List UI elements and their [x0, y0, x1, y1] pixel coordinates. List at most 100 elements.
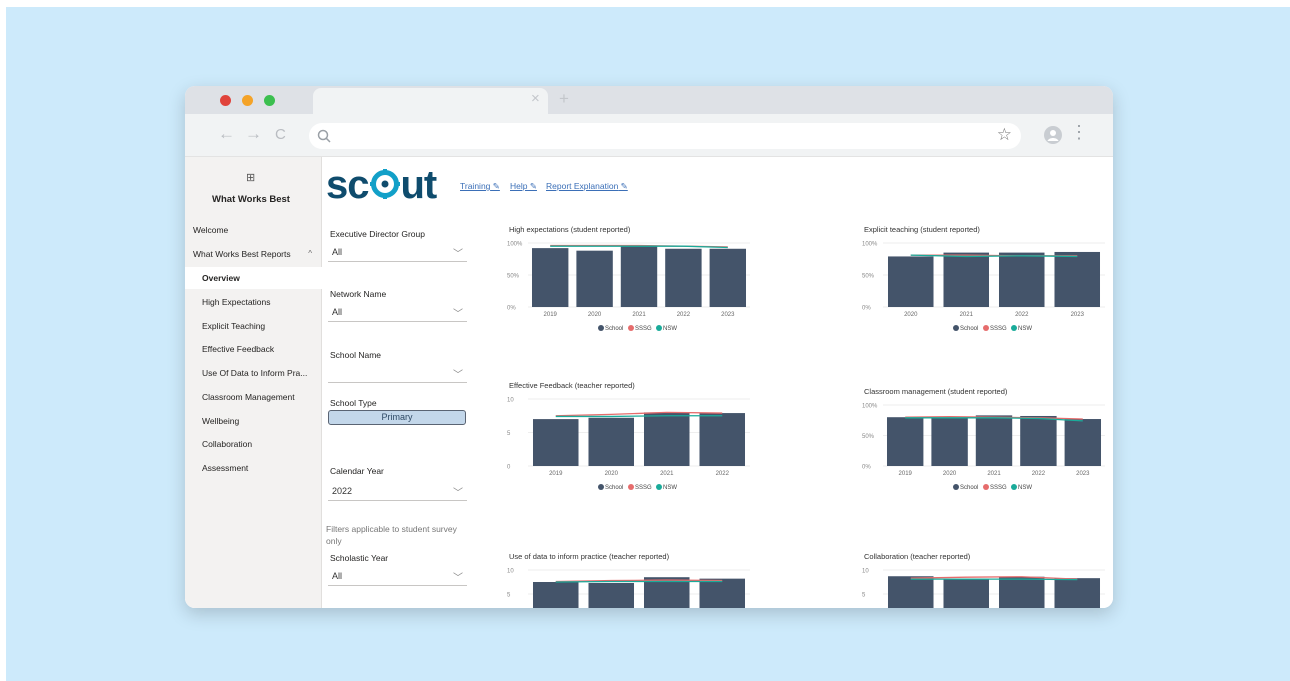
- scholastic-year-select[interactable]: All ﹀: [328, 568, 467, 586]
- tab-close-icon[interactable]: ×: [531, 90, 540, 107]
- school-name-select[interactable]: ﹀: [328, 365, 467, 383]
- bar-school: [620, 245, 658, 307]
- sidebar-item-explicit-teaching[interactable]: Explicit Teaching: [185, 315, 322, 337]
- y-tick-label: 5: [507, 431, 511, 437]
- legend-label: NSW: [663, 326, 677, 332]
- y-tick-label: 0: [507, 465, 511, 471]
- calendar-year-select[interactable]: 2022 ﹀: [328, 483, 467, 501]
- sidebar-item-high-expectations[interactable]: High Expectations: [185, 291, 322, 313]
- bar-school: [975, 415, 1013, 466]
- close-window-dot[interactable]: [220, 95, 231, 106]
- sidebar-item-effective-feedback[interactable]: Effective Feedback: [185, 338, 322, 360]
- chevron-down-icon: ﹀: [453, 249, 463, 260]
- sidebar-item-label: Assessment: [202, 463, 249, 473]
- browser-tab[interactable]: [313, 88, 548, 114]
- legend-label: SSSG: [990, 326, 1007, 332]
- legend-swatch: [953, 325, 959, 331]
- bar-school: [1054, 251, 1101, 307]
- bar-school: [887, 576, 934, 608]
- x-tick-label: 2022: [1015, 312, 1029, 318]
- address-bar[interactable]: ☆: [309, 123, 1021, 149]
- maximize-window-dot[interactable]: [264, 95, 275, 106]
- bar-school: [699, 413, 746, 466]
- report-explanation-link[interactable]: Report Explanation ✎: [546, 181, 628, 192]
- y-tick-label: 100%: [507, 242, 523, 248]
- x-tick-label: 2021: [632, 312, 646, 318]
- x-tick-label: 2022: [1032, 471, 1046, 477]
- y-tick-label: 0%: [507, 306, 516, 312]
- profile-icon[interactable]: [1044, 126, 1062, 144]
- legend-label: School: [605, 485, 623, 491]
- bar-school: [709, 248, 747, 307]
- bar-school: [1064, 419, 1102, 466]
- legend-swatch: [598, 325, 604, 331]
- explicit-teaching-chart: 0% 50% 100% 2020 2021 2022 2023 School SSSG NSW: [862, 242, 1105, 332]
- minimize-window-dot[interactable]: [242, 95, 253, 106]
- bar-school: [532, 582, 579, 608]
- legend-swatch: [983, 325, 989, 331]
- collaboration-chart: 5 10: [862, 569, 1105, 608]
- report-main: sc ut Training ✎ Help ✎ Report Explanati…: [322, 157, 1113, 608]
- new-tab-icon[interactable]: +: [559, 89, 569, 109]
- sidebar-item-overview[interactable]: Overview: [185, 267, 322, 289]
- logo-text-start: sc: [326, 163, 369, 207]
- sidebar-item-classroom-management[interactable]: Classroom Management: [185, 386, 322, 408]
- reload-icon[interactable]: C: [275, 126, 286, 143]
- bar-school: [886, 417, 924, 466]
- network-name-select[interactable]: All ﹀: [328, 304, 467, 322]
- sidebar-item-assessment[interactable]: Assessment: [185, 457, 322, 479]
- sidebar-item-label: Collaboration: [202, 439, 253, 449]
- chart-title: Explicit teaching (student reported): [864, 225, 980, 234]
- back-arrow-icon[interactable]: ←: [218, 124, 235, 144]
- select-value: All: [332, 247, 343, 257]
- select-value: All: [332, 571, 343, 581]
- legend-label: NSW: [663, 485, 677, 491]
- legend-label: SSSG: [990, 485, 1007, 491]
- sidebar-item-label: What Works Best Reports: [193, 249, 291, 259]
- sidebar-item-use-of-data[interactable]: Use Of Data to Inform Pra...: [185, 362, 322, 384]
- y-tick-label: 50%: [507, 274, 520, 280]
- sidebar-item-reports[interactable]: What Works Best Reports ^: [185, 243, 322, 265]
- legend-swatch: [628, 484, 634, 490]
- y-tick-label: 50%: [862, 274, 875, 280]
- training-link[interactable]: Training ✎: [460, 181, 500, 192]
- sidebar-item-label: Effective Feedback: [202, 344, 275, 354]
- legend-swatch: [953, 484, 959, 490]
- y-tick-label: 0%: [862, 465, 871, 471]
- y-tick-label: 5: [507, 593, 511, 599]
- y-tick-label: 100%: [862, 242, 878, 248]
- bar-school: [588, 582, 635, 608]
- y-tick-label: 10: [507, 398, 514, 404]
- legend-label: NSW: [1018, 326, 1032, 332]
- sidebar-item-collaboration[interactable]: Collaboration: [185, 433, 322, 455]
- forward-arrow-icon[interactable]: →: [245, 124, 262, 144]
- chart-title: Use of data to inform practice (teacher …: [509, 552, 670, 561]
- tab-bar: × +: [185, 86, 1113, 114]
- chevron-up-icon[interactable]: ^: [308, 243, 312, 265]
- y-tick-label: 0%: [862, 306, 871, 312]
- chart-title: High expectations (student reported): [509, 225, 631, 234]
- sidebar: ⊞ What Works Best Welcome What Works Bes…: [185, 157, 322, 608]
- bookmark-star-icon[interactable]: ☆: [997, 125, 1012, 145]
- bar-school: [931, 417, 968, 466]
- legend-swatch: [656, 325, 662, 331]
- bar-school: [943, 252, 990, 307]
- help-link[interactable]: Help ✎: [510, 181, 537, 192]
- scholastic-year-label: Scholastic Year: [330, 553, 389, 563]
- sidebar-item-welcome[interactable]: Welcome: [185, 219, 322, 241]
- legend-swatch: [1011, 484, 1017, 490]
- browser-menu-icon[interactable]: ⋮: [1070, 122, 1088, 143]
- bar-school: [699, 578, 746, 608]
- filters-note: Filters applicable to student survey onl…: [326, 524, 457, 546]
- effective-feedback-chart: 0 5 10 2019 2020 2021 2022 School SSSG NSW: [507, 398, 750, 491]
- bar-school: [643, 412, 690, 466]
- y-tick-label: 5: [862, 593, 866, 599]
- sidebar-title: What Works Best: [212, 194, 290, 205]
- sidebar-item-wellbeing[interactable]: Wellbeing: [185, 410, 322, 432]
- legend-label: NSW: [1018, 485, 1032, 491]
- sidebar-item-label: Wellbeing: [202, 416, 240, 426]
- school-type-primary-chip[interactable]: Primary: [328, 410, 466, 425]
- executive-director-group-select[interactable]: All ﹀: [328, 244, 467, 262]
- x-tick-label: 2021: [960, 312, 974, 318]
- link-label: Training: [460, 181, 491, 191]
